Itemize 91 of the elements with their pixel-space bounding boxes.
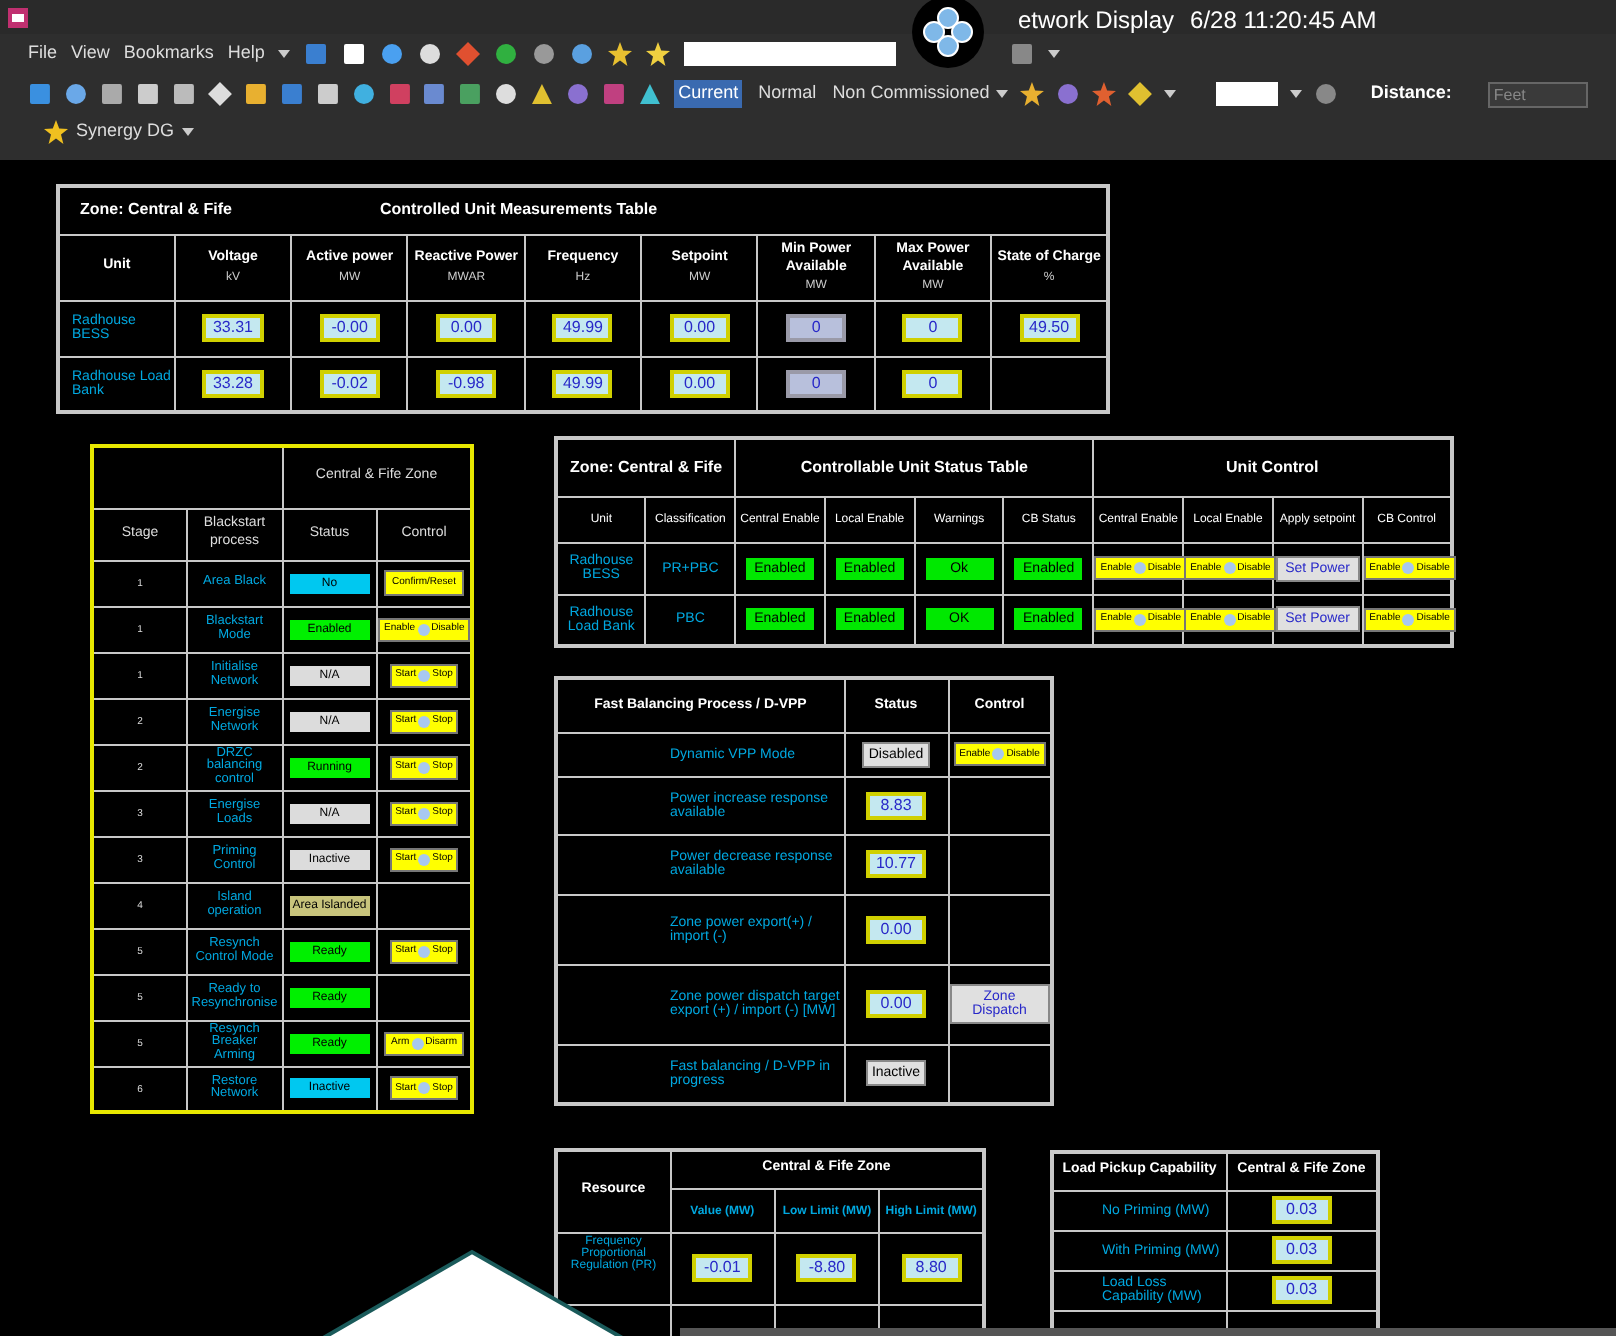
circle-icon[interactable] bbox=[380, 42, 405, 66]
search-field[interactable] bbox=[684, 42, 897, 66]
menu-item[interactable]: File bbox=[28, 40, 58, 68]
value-field: 0.00 bbox=[436, 314, 497, 342]
value-field: 0 bbox=[902, 314, 963, 342]
knob-icon bbox=[418, 945, 431, 957]
table-title: Controllable Unit Status Table bbox=[800, 457, 1028, 476]
value-field: 8.80 bbox=[901, 1254, 962, 1282]
knob-icon bbox=[1223, 562, 1236, 574]
menu-item[interactable]: Bookmarks bbox=[123, 40, 214, 68]
value-field: 0.00 bbox=[866, 990, 926, 1018]
mode-tab[interactable]: Normal bbox=[754, 80, 821, 108]
circle-icon[interactable] bbox=[63, 82, 88, 106]
caret-icon[interactable] bbox=[995, 90, 1008, 98]
square-icon[interactable] bbox=[135, 82, 160, 106]
knob-icon bbox=[411, 1037, 424, 1049]
square-icon[interactable] bbox=[99, 82, 124, 106]
square-icon[interactable] bbox=[243, 82, 268, 106]
knob-icon bbox=[418, 807, 431, 819]
window-title: etwork Display bbox=[1018, 4, 1175, 38]
knob-icon bbox=[418, 1082, 431, 1095]
menu-item[interactable]: Help bbox=[227, 40, 265, 68]
value-field: 49.50 bbox=[1019, 314, 1080, 342]
value-field: 0 bbox=[786, 369, 847, 398]
app-icon[interactable] bbox=[8, 7, 28, 27]
menu-item[interactable]: View bbox=[71, 40, 110, 68]
knob-icon bbox=[418, 669, 431, 681]
knob-icon bbox=[992, 748, 1005, 760]
value-field: 33.28 bbox=[202, 369, 263, 398]
circle-icon[interactable] bbox=[570, 42, 595, 66]
caret-icon[interactable] bbox=[1290, 90, 1303, 98]
value-field: -8.80 bbox=[796, 1254, 857, 1282]
knob-icon bbox=[418, 761, 431, 773]
value-field: 0.03 bbox=[1271, 1276, 1332, 1304]
knob-icon bbox=[417, 623, 430, 635]
square-icon[interactable] bbox=[171, 82, 196, 106]
square-icon[interactable] bbox=[342, 42, 367, 66]
caret-icon[interactable] bbox=[278, 50, 291, 58]
value-field: 0.00 bbox=[866, 915, 926, 943]
diamond-icon[interactable] bbox=[1127, 82, 1152, 106]
value-field: 49.99 bbox=[552, 369, 613, 398]
caret-icon[interactable] bbox=[1163, 90, 1176, 98]
diamond-icon[interactable] bbox=[207, 82, 232, 106]
caret-icon[interactable] bbox=[182, 128, 195, 136]
value-field: 0 bbox=[902, 369, 963, 398]
distance-label: Distance: bbox=[1370, 80, 1452, 107]
table-zone: Zone: Central & Fife bbox=[570, 457, 723, 476]
caret-icon[interactable] bbox=[1048, 50, 1061, 58]
star-icon[interactable] bbox=[646, 42, 671, 66]
value-field: -0.98 bbox=[436, 369, 497, 398]
knob-icon bbox=[418, 715, 431, 727]
input-field[interactable] bbox=[1215, 82, 1279, 106]
value-field: -0.02 bbox=[319, 369, 380, 398]
value-field: 0.00 bbox=[669, 314, 730, 342]
value-field: 10.77 bbox=[865, 850, 927, 878]
star-icon[interactable] bbox=[608, 42, 633, 66]
mode-tab[interactable]: Current bbox=[674, 80, 743, 108]
knob-icon bbox=[1402, 613, 1415, 626]
table-title: Controlled Unit Measurements Table bbox=[380, 202, 658, 219]
knob-icon bbox=[418, 853, 431, 865]
circle-icon[interactable] bbox=[532, 42, 557, 66]
value-field: 8.83 bbox=[866, 791, 926, 819]
knob-icon bbox=[1223, 613, 1236, 626]
square-icon[interactable] bbox=[315, 82, 340, 106]
value-field: 0 bbox=[786, 314, 847, 342]
bookmark-button[interactable]: Synergy DG bbox=[44, 118, 175, 146]
triangle-icon[interactable] bbox=[530, 82, 555, 106]
knob-icon bbox=[1133, 613, 1146, 626]
table-zone: Zone: Central & Fife bbox=[80, 202, 235, 219]
distance-field[interactable]: Feet bbox=[1487, 81, 1588, 107]
table-title: Unit Control bbox=[1226, 457, 1319, 476]
circle-icon[interactable] bbox=[494, 82, 519, 106]
knob-icon bbox=[1133, 562, 1146, 574]
value-field: 0.03 bbox=[1271, 1196, 1332, 1224]
logo-icon bbox=[908, 0, 988, 70]
value-field: 49.99 bbox=[552, 314, 613, 342]
circle-icon[interactable] bbox=[418, 42, 443, 66]
value-field: 0.03 bbox=[1271, 1236, 1332, 1264]
filter-dropdown[interactable]: Non Commissioned bbox=[832, 80, 1008, 108]
circle-icon[interactable] bbox=[351, 82, 376, 106]
value-field: -0.01 bbox=[692, 1254, 753, 1282]
circle-icon[interactable] bbox=[494, 42, 519, 66]
star-icon[interactable] bbox=[1019, 82, 1044, 106]
star-icon[interactable] bbox=[44, 120, 68, 144]
star-icon[interactable] bbox=[1091, 82, 1116, 106]
value-field: 0.00 bbox=[669, 369, 730, 398]
knob-icon bbox=[1402, 562, 1415, 574]
window-datetime: 6/28 11:20:45 AM bbox=[1190, 4, 1377, 38]
value-field: 33.31 bbox=[202, 314, 263, 342]
triangle-icon[interactable] bbox=[638, 82, 663, 106]
value-field: -0.00 bbox=[319, 314, 380, 342]
